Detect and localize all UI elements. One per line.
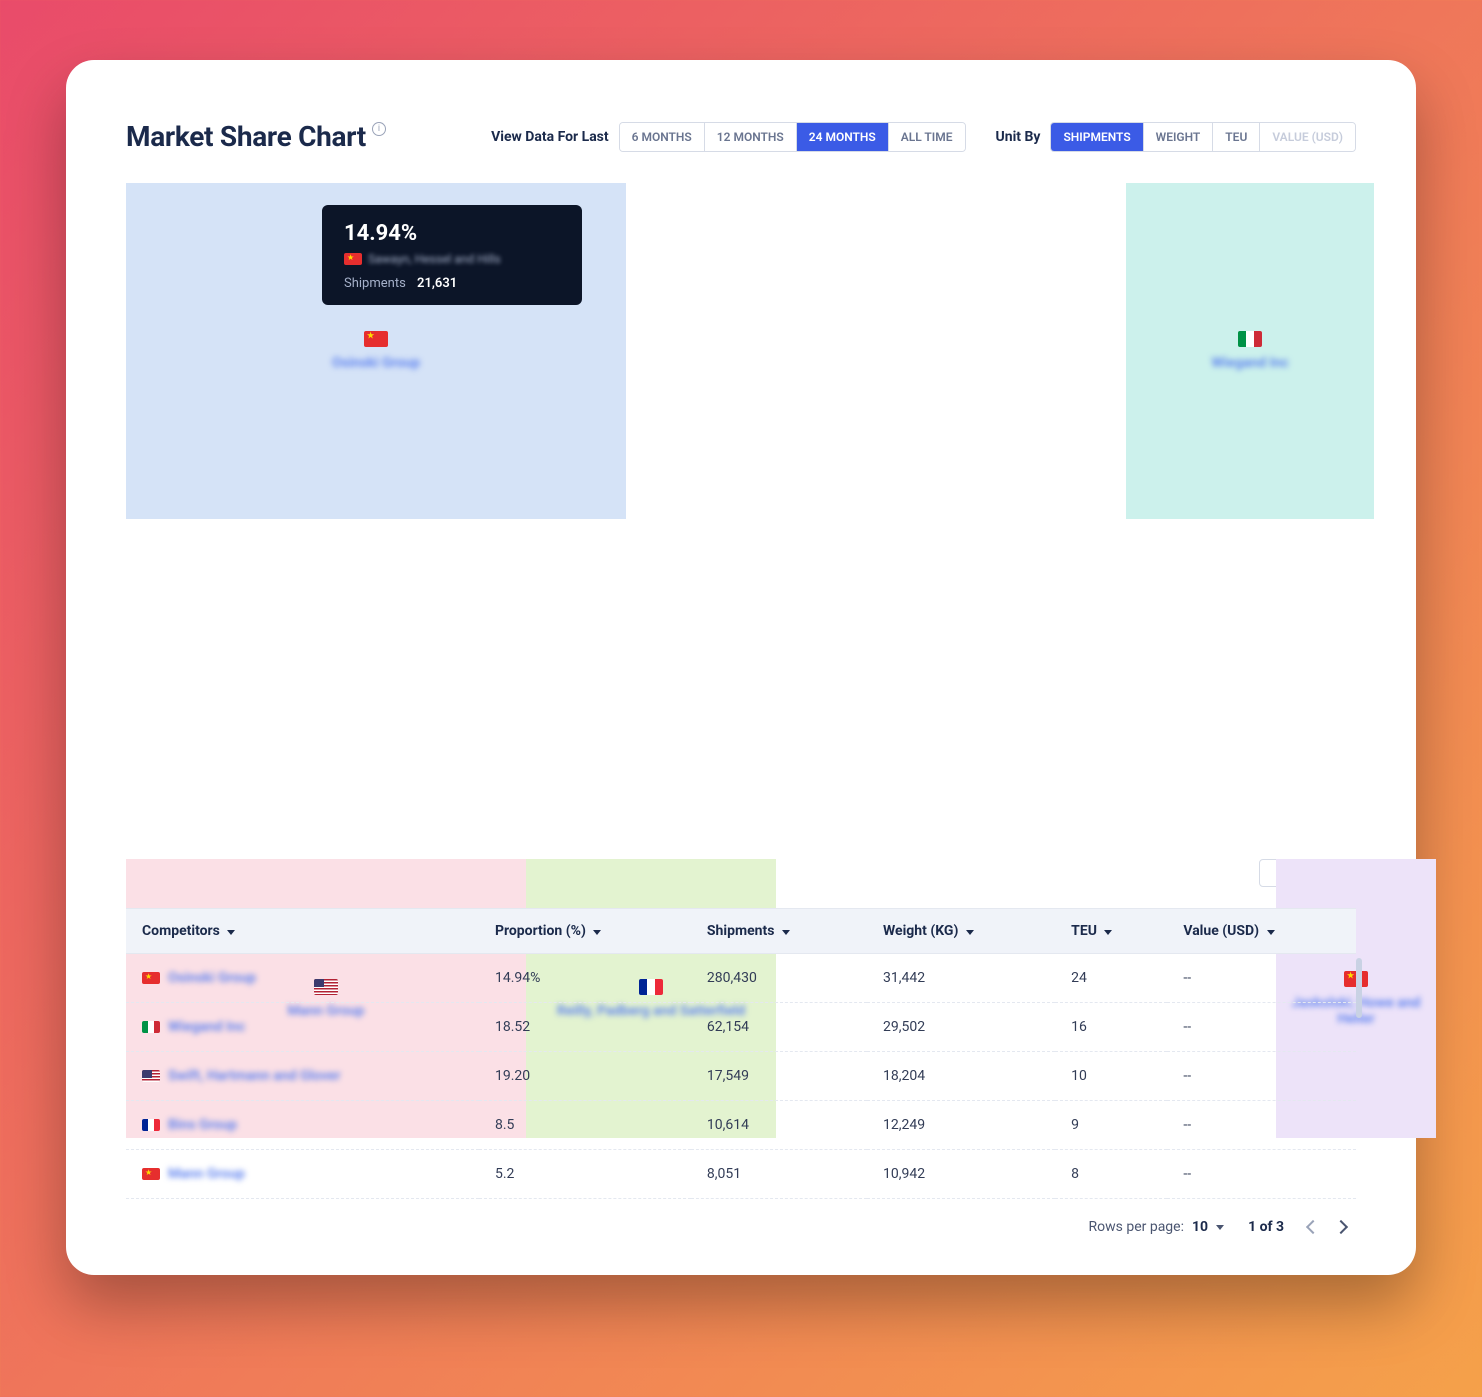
tooltip-ship-value: 21,631 — [417, 276, 457, 291]
table-row[interactable]: Osinski Group 14.94%280,43031,44224-- — [126, 954, 1356, 1003]
tile-company-name: Wiegand Inc — [1211, 355, 1288, 371]
flag-icon — [142, 1021, 160, 1033]
cell-proportion: 19.20 — [479, 1052, 691, 1101]
view-option-all-time[interactable]: ALL TIME — [889, 123, 965, 151]
table-row[interactable]: Mann Group 5.28,05110,9428-- — [126, 1150, 1356, 1199]
tile-company-name: Osinski Group — [332, 355, 420, 371]
unit-by-segmented: SHIPMENTSWEIGHTTEUVALUE (USD) — [1050, 122, 1356, 152]
unit-option-weight[interactable]: WEIGHT — [1144, 123, 1214, 151]
cell-value: -- — [1167, 1101, 1356, 1150]
cell-value: -- — [1167, 1150, 1356, 1199]
cell-value: -- — [1167, 1003, 1356, 1052]
header-row: Market Share Chart i View Data For Last … — [126, 120, 1356, 153]
rpp-value: 10 — [1192, 1219, 1208, 1235]
cell-proportion: 8.5 — [479, 1101, 691, 1150]
cell-teu: 16 — [1055, 1003, 1167, 1052]
competitors-table: Competitors Proportion (%) Shipments Wei… — [126, 908, 1356, 1199]
view-data-label: View Data For Last — [491, 129, 609, 145]
cell-proportion: 14.94% — [479, 954, 691, 1003]
tooltip-percent: 14.94% — [344, 221, 560, 246]
cell-proportion: 5.2 — [479, 1150, 691, 1199]
sort-icon — [966, 930, 974, 935]
table-wrapper: Competitors Proportion (%) Shipments Wei… — [126, 908, 1356, 1199]
cell-shipments: 17,549 — [691, 1052, 867, 1101]
prev-page-button[interactable] — [1306, 1220, 1320, 1234]
pagination: Rows per page: 10 1 of 3 — [126, 1199, 1356, 1245]
treemap-tile[interactable]: Wiegand Inc — [1126, 183, 1374, 519]
treemap-chart: 14.94% Sawayn, Hessel and Hills Shipment… — [126, 183, 1356, 798]
flag-icon — [142, 1168, 160, 1180]
chevron-down-icon — [1216, 1225, 1224, 1230]
competitor-name: Wiegand Inc — [168, 1019, 245, 1035]
cell-weight: 29,502 — [867, 1003, 1055, 1052]
sort-icon — [593, 930, 601, 935]
unit-option-shipments[interactable]: SHIPMENTS — [1051, 123, 1143, 151]
view-option-12-months[interactable]: 12 MONTHS — [705, 123, 797, 151]
column-header[interactable]: Shipments — [691, 909, 867, 954]
competitor-name: Osinski Group — [168, 970, 256, 986]
competitor-name: Mann Group — [168, 1166, 245, 1182]
chart-tooltip: 14.94% Sawayn, Hessel and Hills Shipment… — [322, 205, 582, 305]
table-row[interactable]: Wiegand Inc 18.5262,15429,50216-- — [126, 1003, 1356, 1052]
page-range: 1 of 3 — [1248, 1219, 1284, 1235]
column-header[interactable]: Weight (KG) — [867, 909, 1055, 954]
view-option-6-months[interactable]: 6 MONTHS — [620, 123, 705, 151]
cell-value: -- — [1167, 954, 1356, 1003]
unit-option-value-usd-: VALUE (USD) — [1260, 123, 1355, 151]
cell-weight: 12,249 — [867, 1101, 1055, 1150]
view-data-segmented: 6 MONTHS12 MONTHS24 MONTHSALL TIME — [619, 122, 966, 152]
cell-proportion: 18.52 — [479, 1003, 691, 1052]
cell-teu: 9 — [1055, 1101, 1167, 1150]
view-data-control: View Data For Last 6 MONTHS12 MONTHS24 M… — [491, 122, 965, 152]
tooltip-company: Sawayn, Hessel and Hills — [368, 252, 501, 266]
flag-icon — [1238, 331, 1262, 347]
page-title: Market Share Chart — [126, 120, 366, 153]
sort-icon — [782, 930, 790, 935]
column-header[interactable]: TEU — [1055, 909, 1167, 954]
cell-shipments: 8,051 — [691, 1150, 867, 1199]
cell-shipments: 10,614 — [691, 1101, 867, 1150]
next-page-button[interactable] — [1334, 1220, 1348, 1234]
sort-icon — [227, 930, 235, 935]
cell-teu: 10 — [1055, 1052, 1167, 1101]
column-header[interactable]: Value (USD) — [1167, 909, 1356, 954]
cell-weight: 18,204 — [867, 1052, 1055, 1101]
cell-weight: 10,942 — [867, 1150, 1055, 1199]
cell-shipments: 62,154 — [691, 1003, 867, 1052]
flag-icon — [142, 1119, 160, 1131]
cell-weight: 31,442 — [867, 954, 1055, 1003]
column-header[interactable]: Competitors — [126, 909, 479, 954]
scrollbar-thumb[interactable] — [1356, 958, 1362, 1018]
cell-teu: 24 — [1055, 954, 1167, 1003]
column-header[interactable]: Proportion (%) — [479, 909, 691, 954]
flag-icon — [364, 331, 388, 347]
sort-icon — [1267, 930, 1275, 935]
view-option-24-months[interactable]: 24 MONTHS — [797, 123, 889, 151]
table-row[interactable]: Bins Group 8.510,61412,2499-- — [126, 1101, 1356, 1150]
tooltip-ship-label: Shipments — [344, 276, 406, 291]
cell-value: -- — [1167, 1052, 1356, 1101]
competitor-name: Bins Group — [168, 1117, 237, 1133]
cell-teu: 8 — [1055, 1150, 1167, 1199]
cell-shipments: 280,430 — [691, 954, 867, 1003]
flag-icon — [142, 1070, 160, 1082]
dashboard-card: Market Share Chart i View Data For Last … — [66, 60, 1416, 1275]
sort-icon — [1104, 930, 1112, 935]
info-icon[interactable]: i — [372, 122, 386, 136]
rpp-label: Rows per page: — [1089, 1219, 1184, 1235]
competitor-name: Swift, Hartmann and Glover — [168, 1068, 340, 1084]
table-row[interactable]: Swift, Hartmann and Glover 19.2017,54918,… — [126, 1052, 1356, 1101]
flag-icon — [142, 972, 160, 984]
flag-icon — [344, 253, 362, 265]
unit-by-control: Unit By SHIPMENTSWEIGHTTEUVALUE (USD) — [996, 122, 1357, 152]
unit-by-label: Unit By — [996, 129, 1041, 145]
rows-per-page[interactable]: Rows per page: 10 — [1089, 1219, 1225, 1235]
unit-option-teu[interactable]: TEU — [1213, 123, 1260, 151]
